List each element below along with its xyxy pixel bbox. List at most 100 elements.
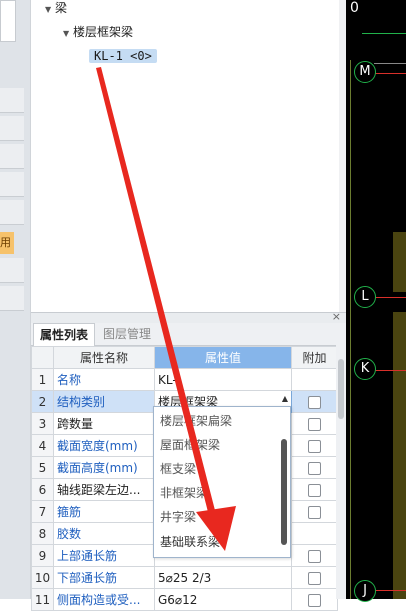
- property-name: 结构类别: [53, 390, 155, 413]
- left-strip-button[interactable]: [0, 116, 24, 141]
- property-value[interactable]: G6⌀12: [154, 588, 292, 611]
- dropdown-arrow-icon[interactable]: ▲: [282, 394, 288, 403]
- drawing-canvas[interactable]: 0 M L K J: [346, 0, 406, 602]
- addon-cell[interactable]: [291, 544, 338, 567]
- beam-segment: [393, 232, 406, 292]
- addon-cell: [291, 368, 338, 391]
- left-strip-button[interactable]: [0, 200, 24, 225]
- dropdown-option[interactable]: 非框架梁: [160, 482, 208, 504]
- grid-line: [374, 370, 406, 371]
- tab-bar: 属性列表 图层管理: [31, 323, 347, 346]
- table-row[interactable]: 10 下部通长筋 5⌀25 2/3: [31, 566, 338, 589]
- column-header-index: [31, 346, 54, 369]
- dropdown-option[interactable]: 井字梁: [160, 506, 196, 528]
- row-index: 5: [31, 456, 54, 479]
- column-header-name[interactable]: 属性名称: [53, 346, 155, 369]
- tab-property-list[interactable]: 属性列表: [33, 323, 96, 346]
- left-strip-button[interactable]: [0, 286, 24, 311]
- row-index: 4: [31, 434, 54, 457]
- left-strip-button[interactable]: [0, 144, 24, 169]
- property-name: 上部通长筋: [53, 544, 155, 567]
- property-name: 侧面构造或受...: [53, 588, 155, 611]
- addon-cell[interactable]: [291, 412, 338, 435]
- addon-checkbox[interactable]: [308, 461, 321, 475]
- row-index: 6: [31, 478, 54, 501]
- left-strip-button[interactable]: [0, 258, 24, 283]
- property-scrollbar[interactable]: [336, 345, 346, 599]
- property-name: 下部通长筋: [53, 566, 155, 589]
- addon-cell[interactable]: [291, 588, 338, 611]
- grid-line: [362, 33, 406, 34]
- row-index: 1: [31, 368, 54, 391]
- property-name: 截面高度(mm): [53, 456, 155, 479]
- row-index: 8: [31, 522, 54, 545]
- grid-line: [374, 73, 406, 74]
- grid-line: [374, 297, 406, 298]
- component-tree-panel: ▼ 梁 ▼ 楼层框架梁 KL-1 <0>: [30, 0, 347, 312]
- left-strip-button[interactable]: [0, 172, 24, 197]
- property-name: 跨数量: [53, 412, 155, 435]
- caret-down-icon[interactable]: ▼: [63, 24, 73, 44]
- tree-node-beam[interactable]: ▼ 梁: [45, 0, 67, 18]
- dropdown-option[interactable]: 屋面框架梁: [160, 434, 220, 456]
- addon-cell[interactable]: [291, 456, 338, 479]
- left-strip-scroll[interactable]: [0, 0, 16, 42]
- scrollbar-thumb[interactable]: [338, 359, 344, 419]
- row-index: 2: [31, 390, 54, 413]
- tree-node-floor-frame-beam[interactable]: ▼ 楼层框架梁: [63, 22, 133, 42]
- addon-checkbox[interactable]: [308, 549, 321, 563]
- axis-marker-k[interactable]: K: [354, 358, 376, 380]
- property-name: 名称: [53, 368, 155, 391]
- column-header-addon[interactable]: 附加: [291, 346, 338, 369]
- addon-checkbox[interactable]: [308, 505, 321, 519]
- tab-layer-management[interactable]: 图层管理: [97, 323, 157, 345]
- tree-node-kl1[interactable]: KL-1 <0>: [89, 46, 157, 66]
- addon-cell[interactable]: [291, 500, 338, 523]
- left-toolbar-strip: 用: [0, 0, 30, 599]
- beam-segment: [393, 312, 406, 599]
- property-value[interactable]: KL-: [154, 368, 292, 391]
- column-header-value[interactable]: 属性值: [154, 346, 292, 369]
- addon-cell: [291, 522, 338, 545]
- addon-checkbox[interactable]: [308, 395, 321, 409]
- addon-checkbox[interactable]: [308, 483, 321, 497]
- dropdown-option[interactable]: 楼层框架扁梁: [160, 410, 232, 432]
- addon-cell[interactable]: [291, 390, 338, 413]
- tree-node-label: KL-1 <0>: [89, 49, 157, 63]
- dropdown-option-foundation-tie-beam[interactable]: 基础联系梁: [160, 531, 220, 553]
- axis-marker-l[interactable]: L: [354, 286, 376, 308]
- property-value[interactable]: 5⌀25 2/3: [154, 566, 292, 589]
- addon-cell[interactable]: [291, 434, 338, 457]
- table-row[interactable]: 11 侧面构造或受... G6⌀12: [31, 588, 338, 611]
- table-row[interactable]: 1 名称 KL-: [31, 368, 338, 391]
- dropdown-scrollbar[interactable]: [281, 439, 287, 545]
- row-index: 3: [31, 412, 54, 435]
- row-index: 10: [31, 566, 54, 589]
- addon-checkbox[interactable]: [308, 571, 321, 585]
- left-strip-button[interactable]: [0, 88, 24, 113]
- row-index: 11: [31, 588, 54, 611]
- addon-cell[interactable]: [291, 478, 338, 501]
- caret-down-icon[interactable]: ▼: [45, 0, 55, 20]
- property-name: 截面宽度(mm): [53, 434, 155, 457]
- row-index: 7: [31, 500, 54, 523]
- dropdown-option[interactable]: 框支梁: [160, 458, 196, 480]
- property-name: 箍筋: [53, 500, 155, 523]
- close-icon[interactable]: ×: [332, 310, 341, 323]
- canvas-top-label: 0: [350, 0, 359, 16]
- addon-checkbox[interactable]: [308, 417, 321, 431]
- property-name: 胶数: [53, 522, 155, 545]
- row-index: 9: [31, 544, 54, 567]
- property-name: 轴线距梁左边...: [53, 478, 155, 501]
- grid-line: [374, 63, 406, 64]
- addon-checkbox[interactable]: [308, 439, 321, 453]
- grid-line: [350, 60, 351, 599]
- axis-marker-m[interactable]: M: [354, 61, 376, 83]
- addon-cell[interactable]: [291, 566, 338, 589]
- tree-node-label: 楼层框架梁: [73, 25, 134, 39]
- grid-line: [374, 590, 406, 591]
- tree-node-label: 梁: [55, 1, 68, 15]
- panel-header: ×: [31, 310, 347, 323]
- left-strip-tag[interactable]: 用: [0, 232, 14, 254]
- addon-checkbox[interactable]: [308, 593, 321, 607]
